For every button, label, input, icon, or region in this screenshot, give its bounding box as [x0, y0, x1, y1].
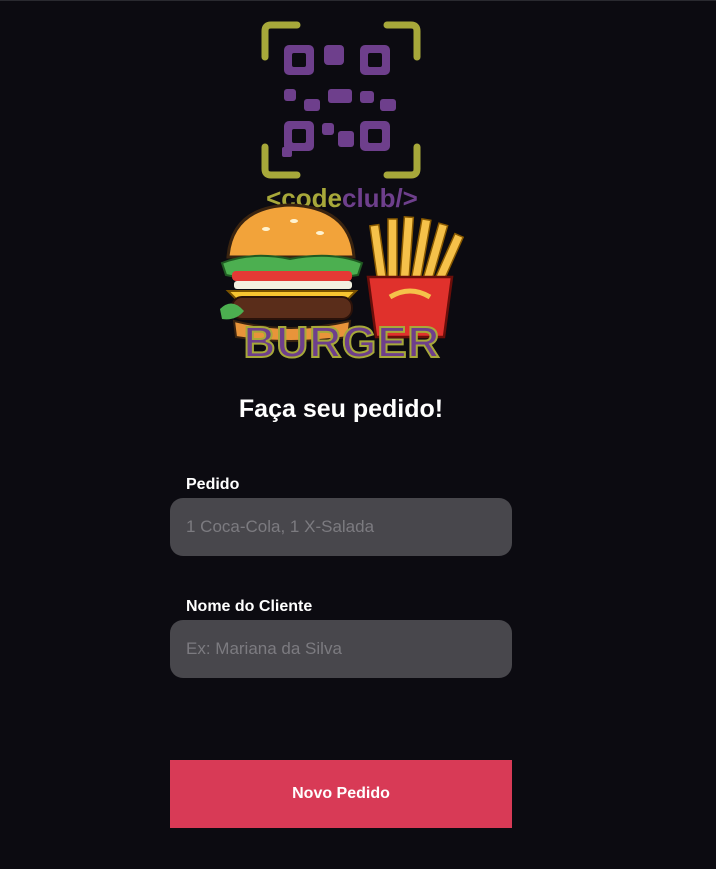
order-input[interactable]	[170, 498, 512, 556]
page-title: Faça seu pedido!	[238, 395, 444, 423]
codeclub-burger-logo: <codeclub/> BURGER	[220, 21, 465, 364]
app-page: <codeclub/> BURGER Faça seu pedido! Pedi…	[0, 0, 716, 869]
order-field-label: Pedido	[186, 476, 240, 493]
svg-text:BURGER: BURGER	[244, 318, 441, 364]
customer-name-input[interactable]	[170, 620, 512, 678]
qr-code-icon	[282, 45, 396, 157]
customer-name-field-label: Nome do Cliente	[186, 598, 313, 615]
new-order-button[interactable]: Novo Pedido	[170, 760, 512, 828]
